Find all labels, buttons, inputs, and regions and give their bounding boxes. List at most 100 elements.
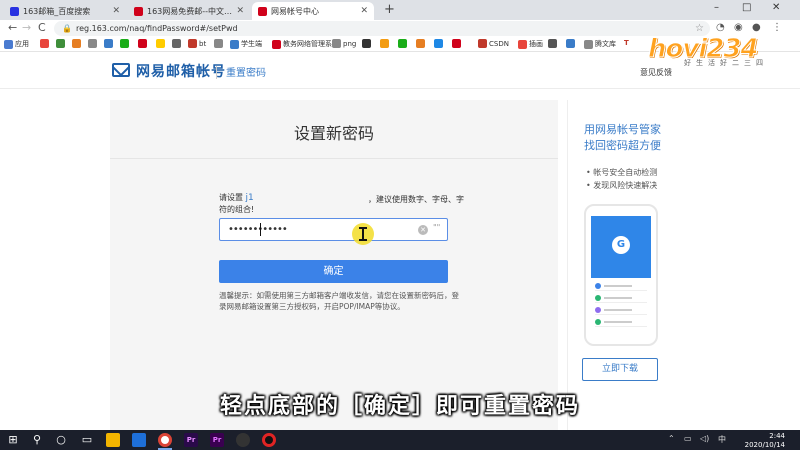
bookmark[interactable]	[156, 39, 167, 48]
tray-network-icon[interactable]: ▭	[684, 434, 692, 443]
channel-watermark-logo: hovi234 好生活好二三四	[648, 36, 783, 70]
browser-tab-3-active[interactable]: 网易帐号中心 ✕	[252, 2, 374, 20]
bookmark-star-icon[interactable]: ☆	[695, 23, 704, 34]
promo-feature: • 帐号安全自动检测	[586, 168, 658, 177]
site-logo[interactable]: 网易邮箱帐号	[136, 61, 226, 81]
bookmark-csdn[interactable]: CSDN	[478, 39, 509, 48]
bookmark[interactable]	[138, 39, 149, 48]
reload-button[interactable]: C	[38, 21, 46, 34]
bookmark-favicon-icon	[548, 39, 557, 48]
hint-suffix: ，建议使用数字、字母、字	[368, 195, 464, 204]
extension-icon[interactable]: ◉	[734, 22, 743, 33]
bookmark-favicon-icon	[214, 39, 223, 48]
bookmark-favicon-icon	[332, 39, 341, 48]
confirm-button[interactable]: 确定	[219, 260, 448, 283]
bookmark[interactable]	[56, 39, 67, 48]
divider	[110, 158, 558, 159]
bookmark[interactable]	[548, 39, 559, 48]
bookmark[interactable]	[88, 39, 99, 48]
mouse-cursor-highlight-icon	[352, 223, 374, 245]
bookmark-illustration[interactable]: 插画	[518, 39, 543, 49]
bookmark[interactable]	[452, 39, 463, 48]
download-app-button[interactable]: 立即下载	[582, 358, 658, 381]
tab-title: 网易帐号中心	[271, 6, 319, 16]
mail-envelope-icon	[112, 63, 130, 77]
promo-title-line-2: 找回密码超方便	[584, 139, 661, 152]
new-password-input[interactable]: •••••••••••• ✕ ""	[219, 218, 448, 241]
app-icon[interactable]	[236, 433, 250, 447]
close-tab-icon[interactable]: ✕	[360, 6, 368, 16]
clock-time: 2:44	[769, 432, 785, 440]
bookmark-favicon-icon	[272, 39, 281, 49]
back-button[interactable]: ←	[8, 21, 17, 34]
maximize-button[interactable]: □	[742, 2, 751, 13]
promo-title: 用网易帐号管家 找回密码超方便	[584, 122, 680, 154]
bookmark[interactable]	[172, 39, 183, 48]
bookmark-favicon-icon	[120, 39, 129, 48]
hint-line-2: 符的组合!	[219, 205, 255, 214]
bookmark-favicon-icon	[230, 39, 239, 49]
bookmark[interactable]	[40, 39, 51, 48]
bookmark-favicon-icon	[40, 39, 49, 48]
taskbar-clock[interactable]: 2:44 2020/10/14	[735, 432, 785, 450]
tip-note: 温馨提示：如需使用第三方邮箱客户端收发信，请您在设置新密码后，登录网易邮箱设置第…	[219, 291, 459, 311]
menu-icon[interactable]: ⋮	[772, 22, 782, 33]
close-window-button[interactable]: ✕	[772, 2, 780, 13]
bookmark[interactable]	[214, 39, 225, 48]
windows-start-icon[interactable]: ⊞	[6, 433, 20, 447]
show-password-toggle-icon[interactable]: ""	[433, 223, 440, 232]
browser-tab-1[interactable]: 163邮箱_百度搜索 ✕	[4, 2, 126, 20]
chrome-icon[interactable]	[158, 433, 172, 447]
close-tab-icon[interactable]: ✕	[236, 6, 244, 16]
new-tab-button[interactable]: +	[384, 2, 395, 17]
bookmark-wenku[interactable]: 腾文库	[584, 39, 616, 49]
promo-feature: • 发现风险快速解决	[586, 181, 658, 190]
bookmark[interactable]	[380, 39, 391, 48]
side-promo-panel: 用网易帐号管家 找回密码超方便 • 帐号安全自动检测 • 发现风险快速解决 G …	[567, 100, 681, 430]
promo-feature-list: • 帐号安全自动检测 • 发现风险快速解决	[586, 166, 657, 192]
bookmark[interactable]	[398, 39, 409, 48]
input-language[interactable]: 中	[718, 434, 726, 445]
watermark-slogan: 好生活好二三四	[684, 59, 768, 67]
bookmark-favicon-icon	[416, 39, 425, 48]
windows-taskbar: ⊞ ⚲ ○ ▭ Pr Pr ⌃ ▭ ◁) 中 2:44 2020/10/14	[0, 430, 800, 450]
text-cursor	[260, 223, 261, 236]
tray-volume-icon[interactable]: ◁)	[700, 434, 709, 443]
phone-screen: G	[591, 216, 651, 334]
browser-tab-2[interactable]: 163网易免费邮--中文邮箱第一品牌 ✕	[128, 2, 250, 20]
recorder-icon[interactable]	[262, 433, 276, 447]
bookmark[interactable]	[72, 39, 83, 48]
bookmark[interactable]	[120, 39, 131, 48]
bookmark[interactable]	[416, 39, 427, 48]
task-view-icon[interactable]: ▭	[80, 433, 94, 447]
premiere-icon[interactable]: Pr	[184, 433, 198, 447]
mail-app-icon[interactable]	[132, 433, 146, 447]
netease-favicon-icon	[134, 6, 143, 16]
search-icon[interactable]: ⚲	[30, 433, 44, 447]
bookmark-t[interactable]: T	[624, 39, 629, 47]
bookmark-png[interactable]: png	[332, 39, 356, 48]
bookmark-bt[interactable]: bt	[188, 39, 206, 48]
close-tab-icon[interactable]: ✕	[112, 6, 120, 16]
hint-prefix: 请设置	[219, 193, 243, 202]
bookmark[interactable]	[104, 39, 115, 48]
forward-button[interactable]: →	[22, 21, 31, 34]
bookmark[interactable]	[362, 39, 373, 48]
bookmark-academic-system[interactable]: 教务网络管理系统	[272, 39, 339, 49]
adobe-app-icon[interactable]: Pr	[210, 433, 224, 447]
bookmark[interactable]	[434, 39, 445, 48]
bookmark-favicon-icon	[380, 39, 389, 48]
minimize-button[interactable]: –	[714, 2, 719, 13]
phone-list-row	[595, 306, 647, 315]
address-bar[interactable]: 🔒 reg.163.com/naq/findPassword#/setPwd ☆	[54, 21, 710, 36]
profile-icon[interactable]: ●	[752, 22, 761, 33]
cortana-icon[interactable]: ○	[54, 433, 68, 447]
tray-chevron-icon[interactable]: ⌃	[668, 434, 675, 443]
bookmark[interactable]	[566, 39, 577, 48]
extension-icon[interactable]: ◔	[716, 22, 725, 33]
bookmark-favicon-icon	[104, 39, 113, 48]
bookmark-student[interactable]: 学生端	[230, 39, 262, 49]
file-explorer-icon[interactable]	[106, 433, 120, 447]
bookmark-apps[interactable]: 应用	[4, 39, 29, 49]
clear-input-icon[interactable]: ✕	[418, 225, 428, 235]
